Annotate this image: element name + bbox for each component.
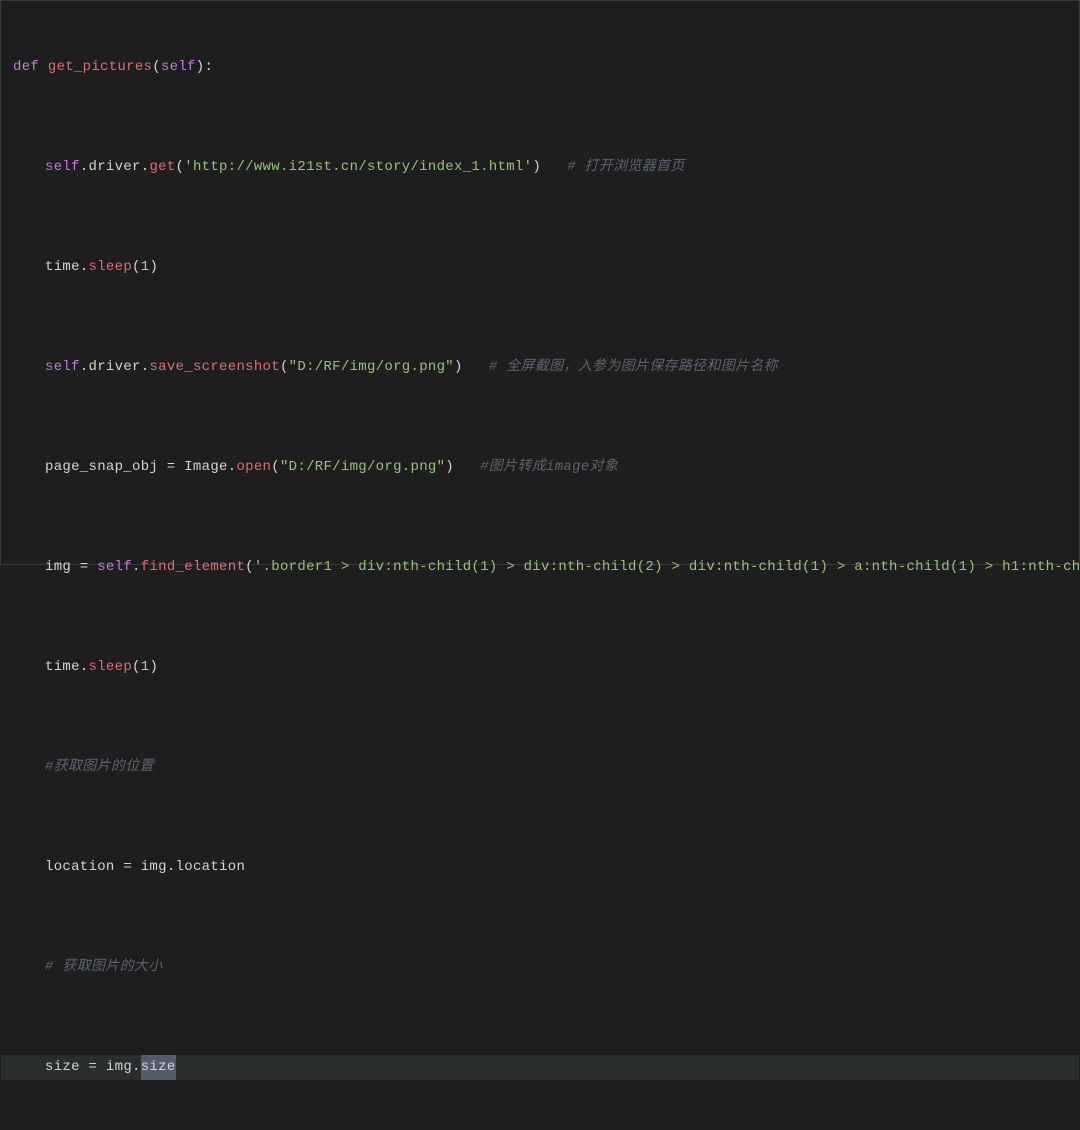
- code-line[interactable]: # 获取图片的大小: [1, 955, 1079, 980]
- comment: # 获取图片的大小: [45, 955, 163, 980]
- param-self: self: [161, 55, 196, 80]
- keyword-def: def: [13, 55, 39, 80]
- code-line[interactable]: location = img.location: [1, 855, 1079, 880]
- code-line[interactable]: time.sleep(1): [1, 255, 1079, 280]
- comment: # 打开浏览器首页: [567, 155, 685, 180]
- code-line[interactable]: def get_pictures(self):: [1, 55, 1079, 80]
- comment: #图片转成image对象: [480, 455, 618, 480]
- code-line[interactable]: img = self.find_element('.border1 > div:…: [1, 555, 1079, 580]
- code-line[interactable]: page_snap_obj = Image.open("D:/RF/img/or…: [1, 455, 1079, 480]
- comment: # 全屏截图，入参为图片保存路径和图片名称: [489, 355, 778, 380]
- selected-text: size: [141, 1055, 176, 1080]
- code-line-active[interactable]: size = img.size: [1, 1055, 1079, 1080]
- comment: #获取图片的位置: [45, 755, 154, 780]
- code-line[interactable]: time.sleep(1): [1, 655, 1079, 680]
- function-name: get_pictures: [48, 55, 152, 80]
- code-line[interactable]: self.driver.save_screenshot("D:/RF/img/o…: [1, 355, 1079, 380]
- code-line[interactable]: #获取图片的位置: [1, 755, 1079, 780]
- code-editor[interactable]: def get_pictures(self): self.driver.get(…: [1, 1, 1079, 1130]
- code-line[interactable]: self.driver.get('http://www.i21st.cn/sto…: [1, 155, 1079, 180]
